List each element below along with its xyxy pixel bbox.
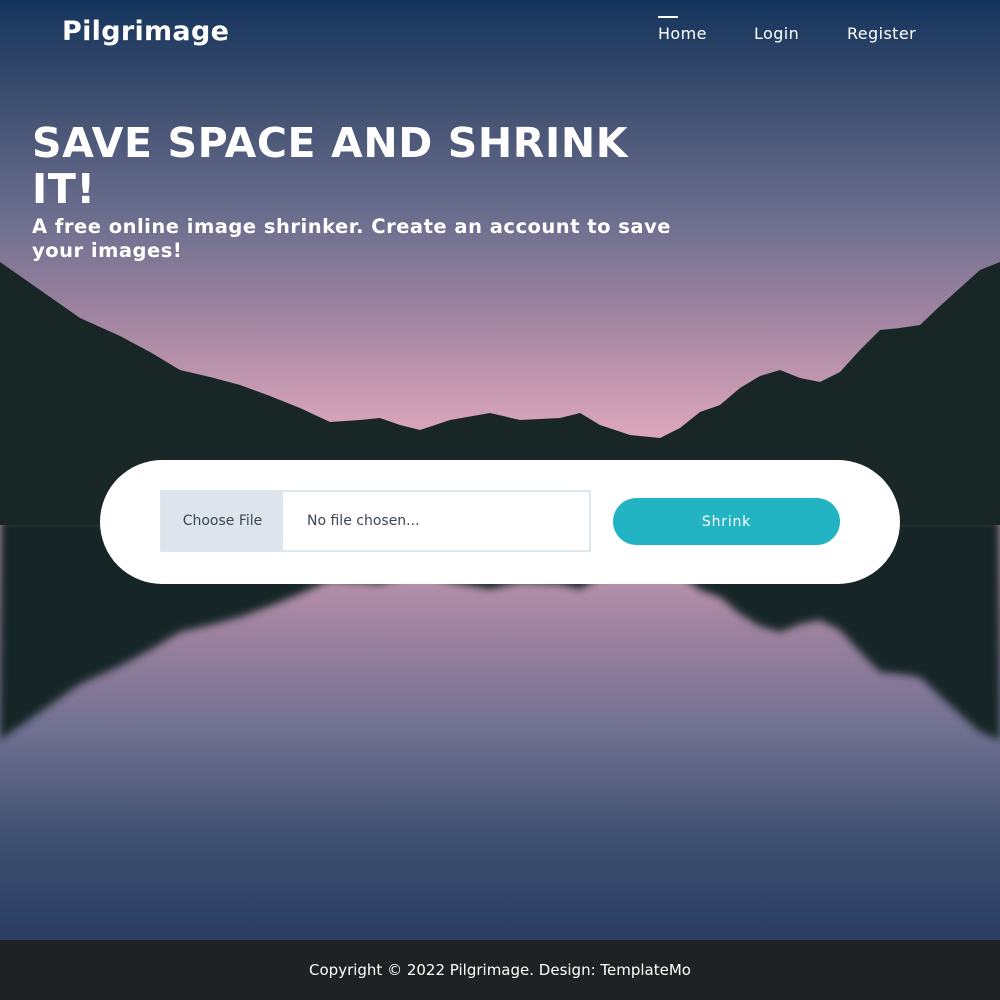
shrink-button[interactable]: Shrink bbox=[613, 498, 840, 545]
footer: Copyright © 2022 Pilgrimage. Design: Tem… bbox=[0, 940, 1000, 1000]
hero-subtitle: A free online image shrinker. Create an … bbox=[32, 215, 672, 262]
main-nav: Home Login Register bbox=[0, 0, 1000, 70]
mountain-ridge bbox=[0, 262, 1000, 470]
file-status-text: No file chosen... bbox=[307, 513, 420, 529]
upload-form: Choose File No file chosen... Shrink bbox=[100, 460, 900, 584]
nav-register-link[interactable]: Register bbox=[847, 24, 916, 43]
hero-title: SAVE SPACE AND SHRINK IT! bbox=[32, 119, 629, 213]
file-input[interactable]: Choose File No file chosen... bbox=[160, 490, 591, 552]
copyright-text: Copyright © 2022 Pilgrimage. Design: Tem… bbox=[309, 961, 691, 979]
hero-section: Pilgrimage Home Login Register SAVE SPAC… bbox=[0, 0, 1000, 940]
choose-file-button[interactable]: Choose File bbox=[162, 492, 283, 550]
nav-login-link[interactable]: Login bbox=[754, 24, 799, 43]
nav-home-link[interactable]: Home bbox=[658, 16, 707, 43]
